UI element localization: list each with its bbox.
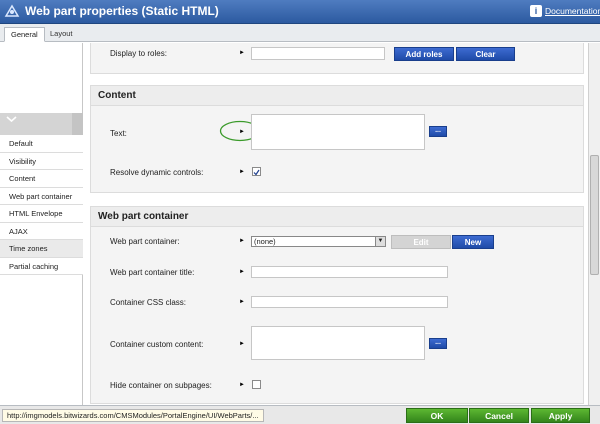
- web-part-container-value: (none): [254, 237, 276, 246]
- text-row: Text: ► ...: [91, 114, 585, 152]
- category-item-ajax[interactable]: AJAX: [0, 222, 83, 240]
- content-section: Content Text: ► ... Resolve dynamic cont…: [90, 85, 584, 193]
- clear-button[interactable]: Clear: [456, 47, 515, 61]
- container-title-row: Web part container title: ►: [91, 265, 585, 281]
- chevron-down-icon[interactable]: [6, 115, 17, 123]
- left-panel: Default Visibility Content Web part cont…: [0, 43, 83, 405]
- category-item-default[interactable]: Default: [0, 135, 83, 153]
- tab-layout[interactable]: Layout: [44, 27, 79, 42]
- field-arrow-icon: ►: [239, 269, 245, 275]
- visibility-section: Display to roles: ► Add roles Clear: [90, 43, 584, 74]
- css-class-label: Container CSS class:: [110, 298, 187, 307]
- custom-content-input[interactable]: [251, 326, 425, 360]
- new-button[interactable]: New: [452, 235, 494, 249]
- text-label: Text:: [110, 129, 127, 138]
- documentation-link[interactable]: Documentation: [545, 6, 600, 16]
- hide-container-label: Hide container on subpages:: [110, 381, 212, 390]
- web-part-container-label: Web part container:: [110, 237, 180, 246]
- custom-content-row: Container custom content: ► ...: [91, 326, 585, 364]
- window-title: Web part properties (Static HTML): [25, 4, 219, 18]
- display-to-roles-input[interactable]: [251, 47, 385, 60]
- category-item-partial-caching[interactable]: Partial caching: [0, 257, 83, 275]
- edit-button[interactable]: Edit: [391, 235, 451, 249]
- cancel-button[interactable]: Cancel: [469, 408, 529, 423]
- container-title-input[interactable]: [251, 266, 448, 278]
- resolve-dynamic-row: Resolve dynamic controls: ►: [91, 165, 585, 181]
- resolve-dynamic-checkbox[interactable]: [252, 167, 261, 176]
- add-roles-button[interactable]: Add roles: [394, 47, 454, 61]
- text-dots-button[interactable]: ...: [429, 126, 447, 137]
- tab-general[interactable]: General: [4, 27, 45, 42]
- css-class-input[interactable]: [251, 296, 448, 308]
- custom-content-label: Container custom content:: [110, 340, 204, 349]
- left-panel-notch: [72, 113, 83, 135]
- category-item-content[interactable]: Content: [0, 170, 83, 188]
- display-to-roles-label: Display to roles:: [110, 49, 167, 58]
- field-arrow-icon: ►: [239, 341, 245, 347]
- field-arrow-icon: ►: [239, 169, 245, 175]
- web-part-container-row: Web part container: ► (none) ▼ Edit New: [91, 234, 585, 250]
- footer-bar: http://imgmodels.bitwizards.com/CMSModul…: [0, 405, 600, 424]
- category-item-html-envelope[interactable]: HTML Envelope: [0, 205, 83, 223]
- custom-content-dots-button[interactable]: ...: [429, 338, 447, 349]
- left-panel-header: [0, 113, 83, 135]
- field-arrow-icon: ►: [239, 299, 245, 305]
- apply-button[interactable]: Apply: [531, 408, 590, 423]
- container-title-label: Web part container title:: [110, 268, 195, 277]
- field-arrow-icon: ►: [239, 50, 245, 56]
- properties-form: Display to roles: ► Add roles Clear Cont…: [84, 43, 588, 405]
- scrollbar-thumb[interactable]: [590, 155, 599, 275]
- display-to-roles-row: Display to roles: ► Add roles Clear: [91, 46, 585, 62]
- field-arrow-icon: ►: [239, 238, 245, 244]
- container-section: Web part container Web part container: ►…: [90, 206, 584, 404]
- checkmark-icon: [253, 169, 260, 176]
- hide-container-checkbox[interactable]: [252, 380, 261, 389]
- content-section-heading: Content: [91, 86, 583, 106]
- title-bar: Web part properties (Static HTML) i Docu…: [0, 0, 600, 24]
- web-part-container-select[interactable]: (none) ▼: [251, 236, 386, 247]
- category-item-time-zones[interactable]: Time zones: [0, 240, 83, 258]
- status-url: http://imgmodels.bitwizards.com/CMSModul…: [2, 409, 264, 422]
- vertical-scrollbar[interactable]: [588, 43, 600, 405]
- text-input[interactable]: [251, 114, 425, 150]
- category-list: Default Visibility Content Web part cont…: [0, 135, 83, 275]
- ok-button[interactable]: OK: [406, 408, 468, 423]
- container-section-heading: Web part container: [91, 207, 583, 227]
- hide-container-row: Hide container on subpages: ►: [91, 378, 585, 394]
- category-item-web-part-container[interactable]: Web part container: [0, 187, 83, 205]
- dropdown-arrow-icon[interactable]: ▼: [375, 237, 385, 246]
- documentation-icon[interactable]: i: [530, 5, 542, 17]
- field-arrow-icon: ►: [239, 382, 245, 388]
- category-item-visibility[interactable]: Visibility: [0, 152, 83, 170]
- css-class-row: Container CSS class: ►: [91, 295, 585, 311]
- web-part-icon: [4, 4, 20, 17]
- tab-bar: General Layout: [0, 24, 600, 42]
- field-arrow-icon: ►: [239, 129, 245, 135]
- resolve-dynamic-label: Resolve dynamic controls:: [110, 168, 204, 177]
